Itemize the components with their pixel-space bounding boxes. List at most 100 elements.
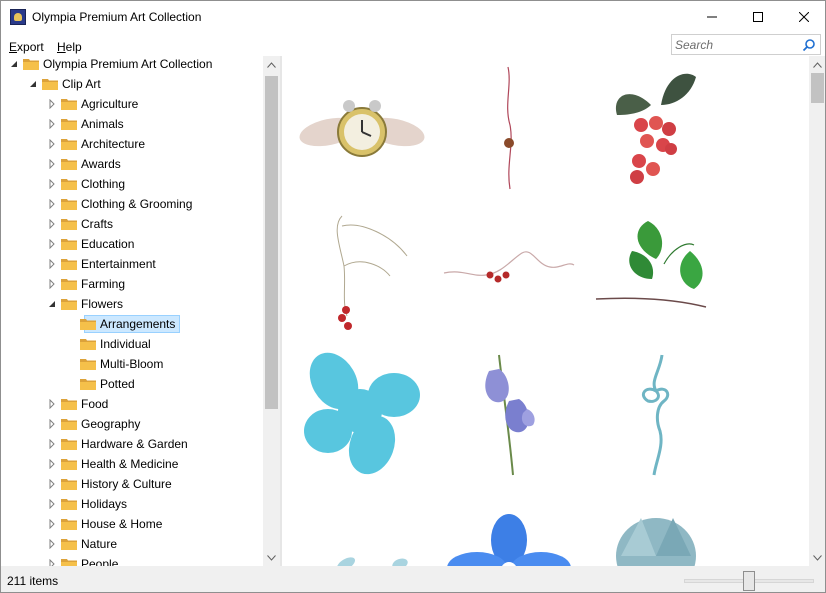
scroll-up-button[interactable] xyxy=(263,56,280,73)
tree-item-subcategory[interactable]: Multi-Bloom xyxy=(1,354,263,374)
folder-icon xyxy=(61,259,77,270)
bluebell-flowers-image xyxy=(485,354,535,476)
expanded-arrow-icon[interactable] xyxy=(28,79,38,89)
gallery-item[interactable] xyxy=(439,201,579,337)
collapsed-arrow-icon[interactable] xyxy=(47,399,57,409)
folder-icon xyxy=(61,539,77,550)
scroll-down-button[interactable] xyxy=(263,549,280,566)
tree-item-label: Farming xyxy=(81,277,126,291)
tree-item-category[interactable]: Nature xyxy=(1,534,263,554)
gallery-item[interactable] xyxy=(439,486,579,566)
gallery-item[interactable] xyxy=(292,60,432,196)
folder-icon xyxy=(23,59,39,70)
tree-item-label: Flowers xyxy=(81,297,124,311)
tree-item-category[interactable]: Geography xyxy=(1,414,263,434)
gallery-item[interactable] xyxy=(439,346,579,482)
chevron-up-icon xyxy=(813,61,822,68)
gallery-item[interactable] xyxy=(439,60,579,196)
menu-export[interactable]: Export xyxy=(9,40,44,54)
tree-item-category[interactable]: Health & Medicine xyxy=(1,454,263,474)
collapsed-arrow-icon[interactable] xyxy=(47,479,57,489)
gallery-item[interactable] xyxy=(586,346,726,482)
tree-item-label: Architecture xyxy=(81,137,146,151)
tree-item-label: Arrangements xyxy=(100,317,176,331)
minimize-icon xyxy=(707,16,717,17)
collapsed-arrow-icon[interactable] xyxy=(47,559,57,566)
tree-item-category[interactable]: House & Home xyxy=(1,514,263,534)
tree-item-category[interactable]: Clothing xyxy=(1,174,263,194)
tree-item-label: Entertainment xyxy=(81,257,156,271)
expanded-arrow-icon[interactable] xyxy=(47,299,57,309)
tree-item-clip-art[interactable]: Clip Art xyxy=(1,74,263,94)
tree-item-category[interactable]: Farming xyxy=(1,274,263,294)
gallery-scroll-down-button[interactable] xyxy=(809,549,825,566)
tree-item-label: House & Home xyxy=(81,517,163,531)
folder-icon xyxy=(61,119,77,130)
gallery-item[interactable] xyxy=(586,60,726,196)
expanded-arrow-icon[interactable] xyxy=(9,59,19,69)
collapsed-arrow-icon[interactable] xyxy=(47,239,57,249)
collapsed-arrow-icon[interactable] xyxy=(47,219,57,229)
tree-item-category[interactable]: Architecture xyxy=(1,134,263,154)
gallery-scrollbar[interactable] xyxy=(809,56,825,566)
tree-item-category[interactable]: Animals xyxy=(1,114,263,134)
collapsed-arrow-icon[interactable] xyxy=(47,519,57,529)
folder-icon xyxy=(61,239,77,250)
collapsed-arrow-icon[interactable] xyxy=(47,539,57,549)
maximize-button[interactable] xyxy=(735,1,781,32)
blue-twine-bow-image xyxy=(642,354,670,476)
collapsed-arrow-icon[interactable] xyxy=(47,119,57,129)
gallery-item[interactable] xyxy=(292,346,432,482)
tree-item-label: Clothing & Grooming xyxy=(81,197,193,211)
folder-icon xyxy=(61,299,77,310)
tree-item-category[interactable]: Food xyxy=(1,394,263,414)
search-input[interactable] xyxy=(675,37,799,52)
gallery-scroll-up-button[interactable] xyxy=(809,56,825,73)
tree-item-label: Potted xyxy=(100,377,135,391)
minimize-button[interactable] xyxy=(689,1,735,32)
tree-item-category[interactable]: History & Culture xyxy=(1,474,263,494)
tree-item-category[interactable]: Holidays xyxy=(1,494,263,514)
chevron-down-icon xyxy=(813,554,822,561)
tree-item-category[interactable]: Awards xyxy=(1,154,263,174)
tree-scroll-thumb[interactable] xyxy=(265,76,278,409)
tree-item-category[interactable]: Flowers xyxy=(1,294,263,314)
folder-icon xyxy=(80,339,96,350)
collapsed-arrow-icon[interactable] xyxy=(47,459,57,469)
collapsed-arrow-icon[interactable] xyxy=(47,499,57,509)
tree-item-category[interactable]: Education xyxy=(1,234,263,254)
zoom-slider-thumb[interactable] xyxy=(743,571,755,591)
tree-item-subcategory[interactable]: Potted xyxy=(1,374,263,394)
gallery-item[interactable] xyxy=(292,486,432,566)
collapsed-arrow-icon[interactable] xyxy=(47,159,57,169)
collapsed-arrow-icon[interactable] xyxy=(47,199,57,209)
gallery-item[interactable] xyxy=(586,486,726,566)
collapsed-arrow-icon[interactable] xyxy=(47,279,57,289)
collapsed-arrow-icon[interactable] xyxy=(47,139,57,149)
gallery-item[interactable] xyxy=(586,201,726,337)
tree-item-category[interactable]: Entertainment xyxy=(1,254,263,274)
gallery-item[interactable] xyxy=(292,201,432,337)
tree-item-category[interactable]: Agriculture xyxy=(1,94,263,114)
menu-help[interactable]: Help xyxy=(57,40,82,54)
collapsed-arrow-icon[interactable] xyxy=(47,179,57,189)
tree-item-subcategory[interactable]: Individual xyxy=(1,334,263,354)
search-icon[interactable] xyxy=(802,38,816,52)
tree-item-label: Animals xyxy=(81,117,124,131)
tree-item-root[interactable]: Olympia Premium Art Collection xyxy=(1,56,263,74)
folder-icon xyxy=(61,139,77,150)
gallery-scroll-thumb[interactable] xyxy=(811,73,824,103)
tree-scrollbar[interactable] xyxy=(263,56,280,566)
close-button[interactable] xyxy=(781,1,825,32)
folder-icon xyxy=(61,519,77,530)
tree-item-category[interactable]: Clothing & Grooming xyxy=(1,194,263,214)
tree-item-category[interactable]: Crafts xyxy=(1,214,263,234)
collapsed-arrow-icon[interactable] xyxy=(47,99,57,109)
tree-item-category[interactable]: People xyxy=(1,554,263,566)
collapsed-arrow-icon[interactable] xyxy=(47,439,57,449)
tree-item-subcategory[interactable]: Arrangements xyxy=(1,314,263,334)
folder-icon xyxy=(61,99,77,110)
collapsed-arrow-icon[interactable] xyxy=(47,419,57,429)
tree-item-category[interactable]: Hardware & Garden xyxy=(1,434,263,454)
collapsed-arrow-icon[interactable] xyxy=(47,259,57,269)
